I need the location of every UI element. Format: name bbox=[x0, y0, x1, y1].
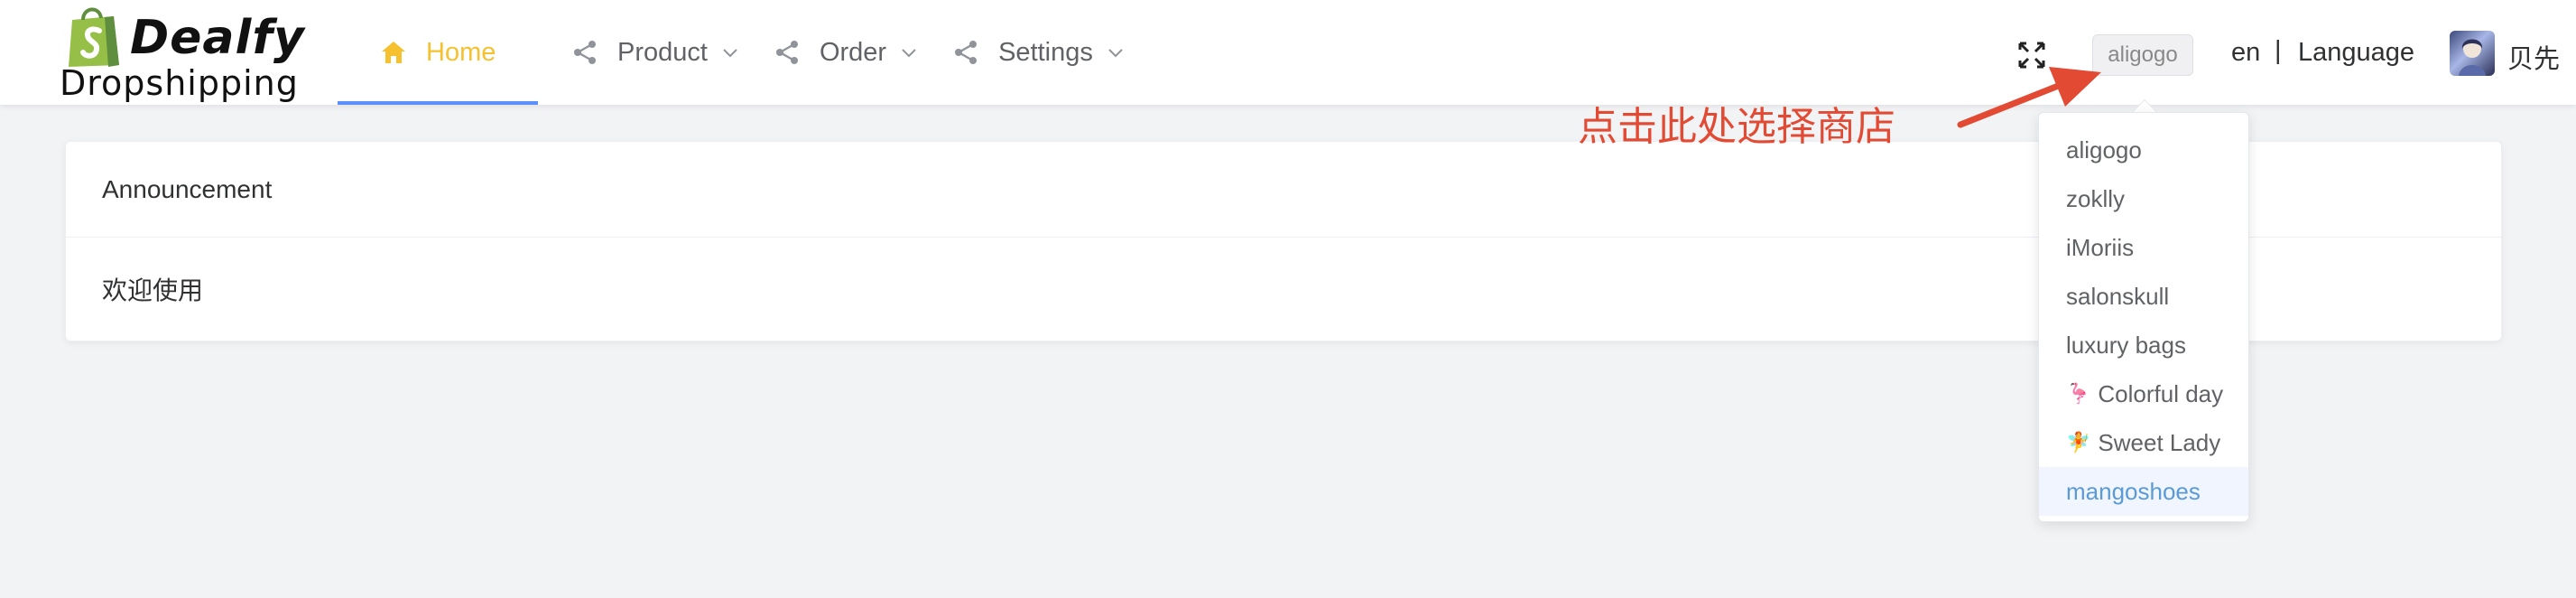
store-option-label: luxury bags bbox=[2066, 331, 2186, 359]
fairy-icon: 🧚 bbox=[2066, 431, 2091, 453]
store-option[interactable]: 🧚 Sweet Lady bbox=[2039, 418, 2248, 467]
chevron-down-icon bbox=[723, 49, 737, 58]
nav-home[interactable]: Home bbox=[338, 0, 538, 105]
language-separator: | bbox=[2275, 36, 2282, 65]
nav-home-label: Home bbox=[426, 37, 496, 67]
home-icon bbox=[382, 42, 405, 63]
language-switch[interactable]: Language bbox=[2298, 38, 2414, 68]
username[interactable]: 贝先 bbox=[2507, 38, 2560, 76]
logo[interactable]: Dealfy Dropshipping bbox=[60, 4, 305, 103]
chevron-down-icon bbox=[902, 49, 916, 58]
store-option-label: salonskull bbox=[2066, 282, 2170, 310]
nav-settings[interactable]: Settings bbox=[919, 0, 1126, 105]
language-code[interactable]: en bbox=[2231, 38, 2260, 68]
store-option-label: Colorful day bbox=[2098, 379, 2224, 407]
nav-order-label: Order bbox=[819, 37, 887, 67]
logo-brand: Dealfy bbox=[130, 11, 305, 65]
shopping-bag-icon bbox=[69, 7, 119, 67]
store-option[interactable]: zoklly bbox=[2039, 174, 2248, 223]
annotation-text: 点击此处选择商店 bbox=[1578, 104, 1895, 150]
logo-subtitle: Dropshipping bbox=[60, 63, 299, 103]
store-option-label: aligogo bbox=[2066, 135, 2142, 164]
main-nav: Home Product Order Settings bbox=[338, 0, 1126, 105]
share-icon bbox=[775, 41, 798, 64]
avatar-image bbox=[2459, 39, 2486, 76]
nav-settings-label: Settings bbox=[998, 37, 1093, 67]
top-navbar: Dealfy Dropshipping Home Product Order S… bbox=[0, 0, 2576, 105]
store-option-label: Sweet Lady bbox=[2098, 428, 2221, 456]
store-option-label: zoklly bbox=[2066, 184, 2126, 212]
nav-order[interactable]: Order bbox=[740, 0, 919, 105]
store-option[interactable]: iMoriis bbox=[2039, 223, 2248, 272]
store-option[interactable]: salonskull bbox=[2039, 272, 2248, 321]
store-option[interactable]: luxury bags bbox=[2039, 321, 2248, 369]
store-option-label: mangoshoes bbox=[2066, 477, 2201, 505]
avatar[interactable] bbox=[2450, 31, 2495, 76]
chevron-down-icon bbox=[1108, 49, 1123, 58]
store-option[interactable]: 🦩 Colorful day bbox=[2039, 369, 2248, 418]
store-option-selected[interactable]: mangoshoes bbox=[2039, 467, 2248, 516]
share-icon bbox=[955, 41, 978, 64]
nav-product[interactable]: Product bbox=[538, 0, 740, 105]
store-option-label: iMoriis bbox=[2066, 233, 2135, 261]
share-icon bbox=[574, 41, 596, 64]
store-dropdown: aligogo zoklly iMoriis salonskull luxury… bbox=[2038, 112, 2249, 522]
flamingo-icon: 🦩 bbox=[2066, 382, 2091, 405]
nav-product-label: Product bbox=[617, 37, 708, 67]
store-option[interactable]: aligogo bbox=[2039, 126, 2248, 174]
